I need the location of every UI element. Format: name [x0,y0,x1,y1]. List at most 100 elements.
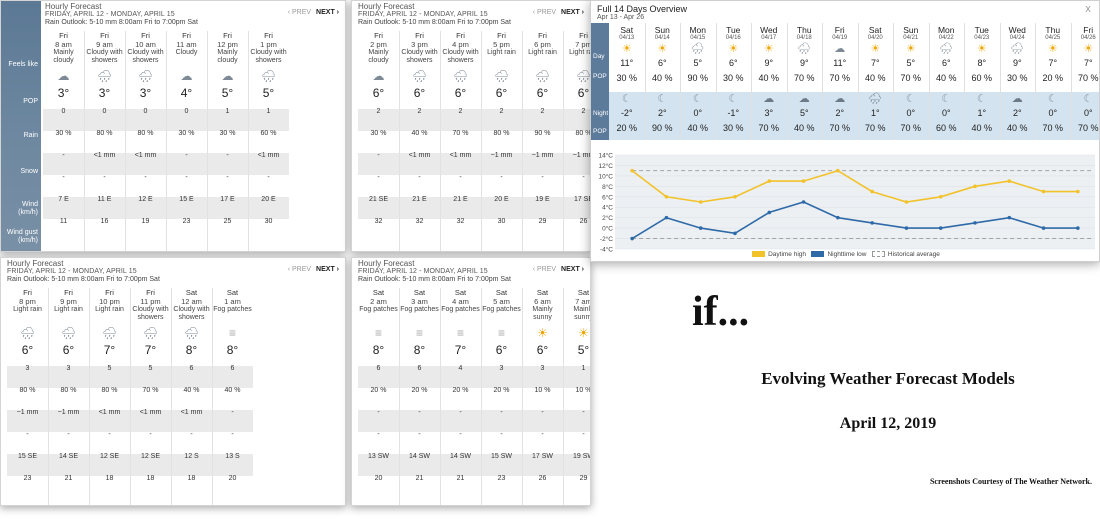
hour-feels: 1 [581,365,586,372]
hour-temperature: 8° [372,343,385,357]
hour-rain: - [541,409,544,416]
day-high-temp: 7° [870,58,880,68]
close-icon[interactable]: X [1082,4,1094,16]
rain-outlook: Rain Outlook: 5-10 mm 8:00am Fri to 7:00… [7,276,160,283]
night-weather-icon: ☾ [1047,93,1058,105]
hour-temperature: 6° [62,343,75,357]
hour-snow: - [108,431,111,438]
day-weather-icon: ☀ [1047,43,1058,55]
hour-day: Fri [579,31,588,40]
night-pop: 70 % [758,123,779,133]
hour-column: Fri 9 pm Light rain 🌧 6° 3 80 % ~1 mm - 14 SE 21 [48,288,89,490]
weather-icon: 🌧 [411,69,428,83]
data-point [836,168,840,173]
overview-day-column: Sun 04/21 ☀ 5° 70 % ☾ 0° 70 % [893,25,929,134]
weather-icon: 🌧 [60,326,77,340]
night-pop: 70 % [864,123,886,133]
hour-gust: 11 [59,218,68,225]
hour-time: 8 am [55,40,72,49]
column-divider [440,31,441,251]
hour-feels: 3 [499,365,504,372]
day-high-temp: 6° [728,58,738,68]
prev-button[interactable]: ‹ PREV [288,266,311,273]
night-low-temp: 0° [693,108,703,118]
hour-time: 2 pm [370,40,387,49]
column-divider [89,288,90,505]
night-pop: 60 % [935,123,957,133]
hour-column: Fri 2 pm Mainly cloudy ☁ 6° 2 30 % - - 21 SE 32 [358,31,399,233]
next-button[interactable]: NEXT › [561,9,584,16]
hour-wind: 21 SE [368,196,389,203]
hour-day: Fri [497,31,506,40]
hour-day: Fri [23,288,32,297]
plot-background [615,155,1095,249]
column-divider [522,288,523,505]
overview-date: 04/18 [796,35,812,41]
weather-icon: ☁ [372,69,385,83]
hourly-header: Hourly Forecast FRIDAY, APRIL 12 - MONDAY… [352,258,590,286]
overview-date: 04/14 [654,35,670,41]
hour-pop: 20 % [493,387,510,394]
y-tick-label: 6°C [602,193,613,201]
day-pop: 40 % [758,73,779,83]
hour-time: 9 pm [60,297,77,306]
hour-condition: Light rain [54,306,83,313]
hour-gust: 18 [146,475,155,482]
hour-pop: 80 % [101,387,118,394]
hour-wind: 19 SW [572,453,590,460]
day-pop: 30 % [722,73,744,83]
hour-temperature: 3° [139,86,152,100]
hour-feels: 3 [66,365,71,372]
night-weather-icon: ☾ [692,93,703,105]
column-divider [166,31,167,251]
hour-rain: <1 mm [180,409,203,416]
overview-divider [786,23,788,140]
day-weather-icon: ☁ [834,43,846,55]
row-label-wind: Wind (km/h) [18,201,38,216]
night-weather-icon: ☾ [1083,93,1094,105]
hour-feels: 0 [102,108,107,115]
prev-button[interactable]: ‹ PREV [533,9,556,16]
hour-condition: Light rain [569,49,590,56]
hour-gust: 18 [187,475,196,482]
hour-pop: 60 % [260,130,277,137]
overview-day-column: Sat 04/20 ☀ 7° 40 % 🌧 1° 70 % [858,25,894,134]
hour-day: Sat [536,288,549,297]
hour-pop: 70 % [142,387,159,394]
next-button[interactable]: NEXT › [316,9,339,16]
prev-button[interactable]: ‹ PREV [288,9,311,16]
hour-snow: - [226,174,229,181]
hour-temperature: 5° [221,86,234,100]
weather-icon: ☀ [537,326,548,340]
data-point [904,200,909,204]
hour-wind: 12 SE [140,453,161,460]
hour-wind: 15 SE [17,453,38,460]
hour-condition: Fog patches [213,306,252,313]
overview-weekday: Fri [1083,25,1094,35]
hour-snow: - [231,431,234,438]
hour-day: Fri [146,288,155,297]
hour-feels: 6 [230,365,235,372]
column-divider [207,31,208,251]
next-button[interactable]: NEXT › [316,266,339,273]
hour-rain: <1 mm [98,409,121,416]
hour-wind: 15 E [179,196,194,203]
hour-condition: Light rain [13,306,42,313]
hour-temperature: 6° [413,86,426,100]
hour-time: 5 pm [493,40,510,49]
night-low-temp: 0° [1083,108,1093,118]
slide-date: April 12, 2019 [839,415,937,432]
next-button[interactable]: NEXT › [561,266,584,273]
overview-weekday: Fri [834,25,845,35]
legend-low: Nighttime low [827,251,867,258]
day-pop: 70 % [793,73,815,83]
day-labels: Day POP [591,23,609,92]
weather-icon: 🌧 [260,69,277,83]
weather-icon: 🌧 [142,326,159,340]
day-pop: 70 % [1077,73,1099,83]
night-pop: 70 % [1077,123,1099,133]
data-point [938,194,943,199]
data-point [1041,189,1046,194]
prev-button[interactable]: ‹ PREV [533,266,556,273]
overview-day-column: Sat 04/13 ☀ 11° 30 % ☾ -2° 20 % [609,25,645,134]
